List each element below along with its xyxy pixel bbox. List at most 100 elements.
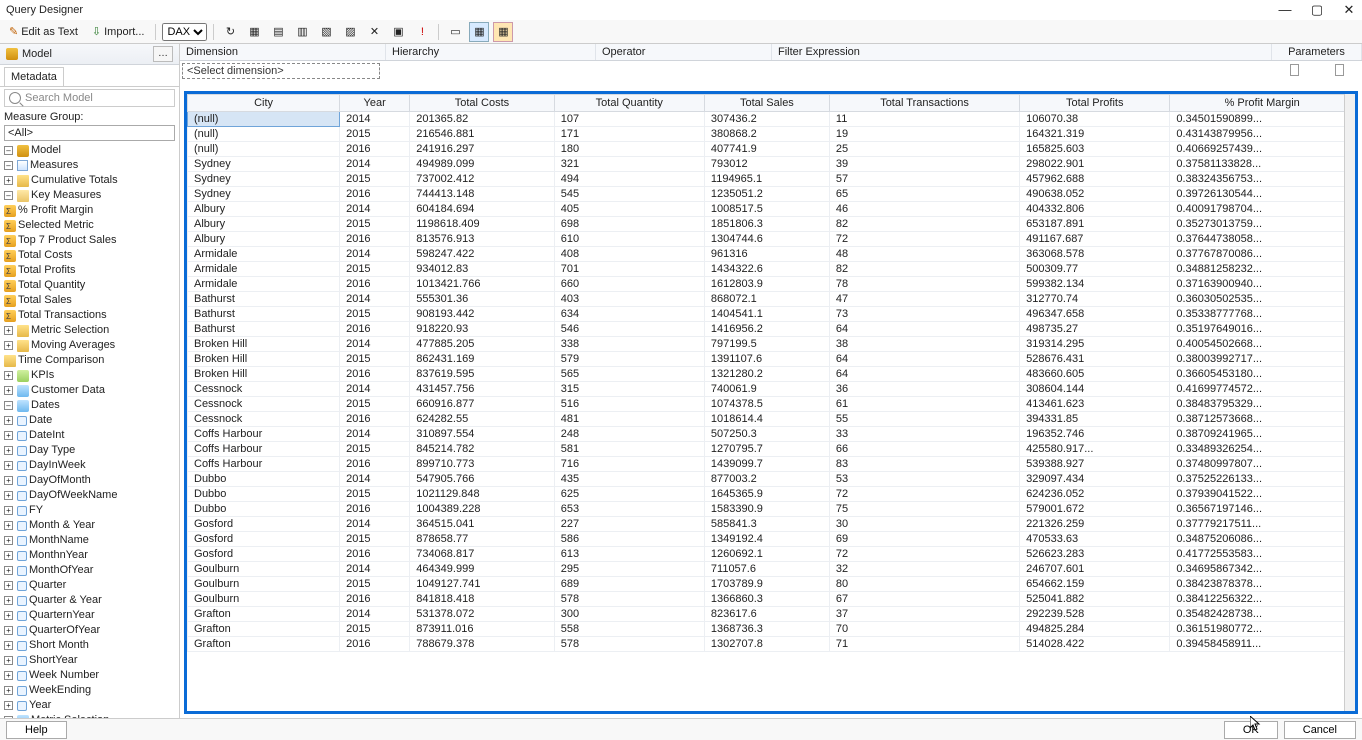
column-header[interactable]: Total Transactions xyxy=(829,95,1019,112)
table-row[interactable]: Gosford2016734068.8176131260692.17252662… xyxy=(188,547,1355,562)
table-row[interactable]: Dubbo20161004389.2286531583390.975579001… xyxy=(188,502,1355,517)
table-row[interactable]: Sydney2015737002.4124941194965.157457962… xyxy=(188,172,1355,187)
metadata-tab[interactable]: Metadata xyxy=(4,67,64,86)
language-select[interactable]: DAX xyxy=(162,23,207,41)
close-button[interactable]: ✕ xyxy=(1342,2,1356,18)
table-row[interactable]: (null)2014201365.82107307436.211106070.3… xyxy=(188,112,1355,127)
toolbar-icon-6[interactable]: ▣ xyxy=(388,22,408,42)
tree-node[interactable]: % Profit Margin xyxy=(2,203,179,218)
tree-node[interactable]: +DateInt xyxy=(2,428,179,443)
table-row[interactable]: Albury2014604184.6944051008517.546404332… xyxy=(188,202,1355,217)
tree-node[interactable]: +MonthnYear xyxy=(2,548,179,563)
table-row[interactable]: Grafton2015873911.0165581368736.37049482… xyxy=(188,622,1355,637)
param-checkbox[interactable] xyxy=(1335,64,1344,76)
tree-node[interactable]: Time Comparison xyxy=(2,353,179,368)
table-row[interactable]: Coffs Harbour2015845214.7825811270795.76… xyxy=(188,442,1355,457)
tree-node[interactable]: +DayOfWeekName xyxy=(2,488,179,503)
table-row[interactable]: Goulburn2016841818.4185781366860.3675250… xyxy=(188,592,1355,607)
column-header[interactable]: Total Sales xyxy=(704,95,829,112)
table-row[interactable]: Broken Hill2015862431.1695791391107.6645… xyxy=(188,352,1355,367)
table-row[interactable]: Dubbo20151021129.8486251645365.972624236… xyxy=(188,487,1355,502)
toolbar-icon-4[interactable]: ▧ xyxy=(316,22,336,42)
column-header[interactable]: Total Costs xyxy=(410,95,555,112)
tree-node[interactable]: –Measures xyxy=(2,158,179,173)
column-header[interactable]: % Profit Margin xyxy=(1170,95,1355,112)
table-row[interactable]: Sydney2016744413.1485451235051.265490638… xyxy=(188,187,1355,202)
tree-node[interactable]: –Key Measures xyxy=(2,188,179,203)
help-button[interactable]: Help xyxy=(6,721,67,739)
table-row[interactable]: Gosford2014364515.041227585841.330221326… xyxy=(188,517,1355,532)
table-row[interactable]: Grafton2014531378.072300823617.637292239… xyxy=(188,607,1355,622)
tree-node[interactable]: +Cumulative Totals xyxy=(2,173,179,188)
tree-node[interactable]: +Quarter & Year xyxy=(2,593,179,608)
table-row[interactable]: Cessnock2014431457.756315740061.93630860… xyxy=(188,382,1355,397)
toolbar-icon-8[interactable]: ▦ xyxy=(469,22,489,42)
maximize-button[interactable]: ▢ xyxy=(1310,2,1324,18)
tree-node[interactable]: Total Profits xyxy=(2,263,179,278)
table-row[interactable]: Broken Hill2014477885.205338797199.53831… xyxy=(188,337,1355,352)
import-button[interactable]: ⇩Import... xyxy=(87,23,150,40)
tree-node[interactable]: +Date xyxy=(2,413,179,428)
toolbar-icon-1[interactable]: ▦ xyxy=(244,22,264,42)
column-header[interactable]: City xyxy=(188,95,340,112)
model-ellipsis-button[interactable]: … xyxy=(153,46,173,62)
tree-node[interactable]: +Week Number xyxy=(2,668,179,683)
tree-node[interactable]: +Metric Selection xyxy=(2,323,179,338)
table-row[interactable]: Coffs Harbour2014310897.554248507250.333… xyxy=(188,427,1355,442)
tree-node[interactable]: +MonthName xyxy=(2,533,179,548)
column-header[interactable]: Year xyxy=(340,95,410,112)
tree-node[interactable]: +Year xyxy=(2,698,179,713)
filter-row[interactable]: <Select dimension> xyxy=(180,61,1362,81)
tree-node[interactable]: +Month & Year xyxy=(2,518,179,533)
tree-node[interactable]: Total Quantity xyxy=(2,278,179,293)
tree-node[interactable]: Selected Metric xyxy=(2,218,179,233)
table-row[interactable]: Albury2016813576.9136101304744.672491167… xyxy=(188,232,1355,247)
table-row[interactable]: Armidale2015934012.837011434322.68250030… xyxy=(188,262,1355,277)
tree-node[interactable]: –Model xyxy=(2,143,179,158)
table-row[interactable]: Broken Hill2016837619.5955651321280.2644… xyxy=(188,367,1355,382)
tree-node[interactable]: +KPIs xyxy=(2,368,179,383)
table-row[interactable]: Bathurst2015908193.4426341404541.1734963… xyxy=(188,307,1355,322)
toolbar-icon-3[interactable]: ▥ xyxy=(292,22,312,42)
table-row[interactable]: Dubbo2014547905.766435877003.253329097.4… xyxy=(188,472,1355,487)
execute-icon[interactable]: ! xyxy=(412,22,432,42)
tree-node[interactable]: +Moving Averages xyxy=(2,338,179,353)
table-row[interactable]: Sydney2014494989.09932179301239298022.90… xyxy=(188,157,1355,172)
tree-node[interactable]: Top 7 Product Sales xyxy=(2,233,179,248)
tree-node[interactable]: –Dates xyxy=(2,398,179,413)
table-row[interactable]: Bathurst2014555301.36403868072.147312770… xyxy=(188,292,1355,307)
tree-node[interactable]: Total Costs xyxy=(2,248,179,263)
tree-node[interactable]: +QuarternYear xyxy=(2,608,179,623)
tree-node[interactable]: +Short Month xyxy=(2,638,179,653)
table-row[interactable]: Goulburn2014464349.999295711057.63224670… xyxy=(188,562,1355,577)
toolbar-icon-2[interactable]: ▤ xyxy=(268,22,288,42)
column-header[interactable]: Total Profits xyxy=(1020,95,1170,112)
table-row[interactable]: Armidale2014598247.42240896131648363068.… xyxy=(188,247,1355,262)
table-row[interactable]: Cessnock2016624282.554811018614.45539433… xyxy=(188,412,1355,427)
tree-node[interactable]: +FY xyxy=(2,503,179,518)
toolbar-icon-5[interactable]: ▨ xyxy=(340,22,360,42)
table-row[interactable]: Armidale20161013421.7666601612803.978599… xyxy=(188,277,1355,292)
refresh-icon[interactable]: ↻ xyxy=(220,22,240,42)
tree-node[interactable]: +MonthOfYear xyxy=(2,563,179,578)
table-row[interactable]: Gosford2015878658.775861349192.469470533… xyxy=(188,532,1355,547)
select-dimension-cell[interactable]: <Select dimension> xyxy=(182,63,380,79)
tree-node[interactable]: +Day Type xyxy=(2,443,179,458)
minimize-button[interactable]: — xyxy=(1278,2,1292,18)
toolbar-icon-9[interactable]: ▦ xyxy=(493,22,513,42)
delete-icon[interactable]: ✕ xyxy=(364,22,384,42)
table-row[interactable]: Grafton2016788679.3785781302707.87151402… xyxy=(188,637,1355,652)
tree-node[interactable]: +ShortYear xyxy=(2,653,179,668)
table-row[interactable]: Goulburn20151049127.7416891703789.980654… xyxy=(188,577,1355,592)
table-row[interactable]: (null)2015216546.881171380868.219164321.… xyxy=(188,127,1355,142)
table-row[interactable]: Cessnock2015660916.8775161074378.5614134… xyxy=(188,397,1355,412)
table-row[interactable]: (null)2016241916.297180407741.925165825.… xyxy=(188,142,1355,157)
table-row[interactable]: Coffs Harbour2016899710.7737161439099.78… xyxy=(188,457,1355,472)
param-checkbox[interactable] xyxy=(1290,64,1299,76)
tree-node[interactable]: Total Transactions xyxy=(2,308,179,323)
toolbar-icon-7[interactable]: ▭ xyxy=(445,22,465,42)
table-row[interactable]: Albury20151198618.4096981851806.38265318… xyxy=(188,217,1355,232)
column-header[interactable]: Total Quantity xyxy=(554,95,704,112)
edit-as-text-button[interactable]: ✎Edit as Text xyxy=(4,23,83,40)
tree-node[interactable]: +WeekEnding xyxy=(2,683,179,698)
